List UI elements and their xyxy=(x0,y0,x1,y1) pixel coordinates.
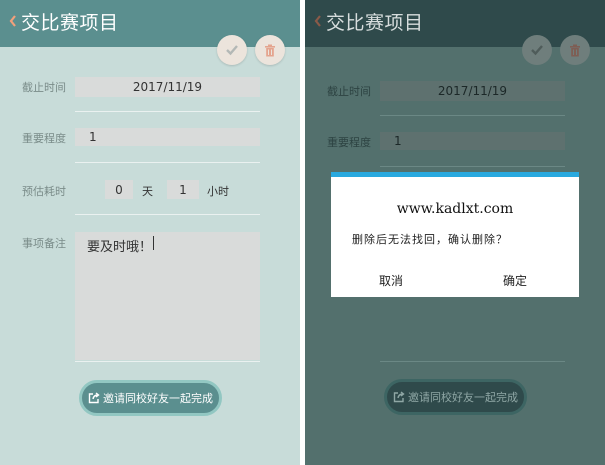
dialog-watermark-site: www.kadlxt.com xyxy=(396,201,514,217)
back-button: 交比赛项目 xyxy=(313,6,424,36)
importance-field[interactable]: 1 xyxy=(75,128,260,146)
dialog-confirm-button[interactable]: 确定 xyxy=(503,272,527,289)
task-detail-screen: 交比赛项目 截止时间 2017/11/19 重要程度 1 预估耗时 0 天 1 … xyxy=(0,0,300,465)
notes-textarea[interactable]: 要及时哦！ xyxy=(75,232,260,360)
delete-button[interactable] xyxy=(255,35,285,65)
dialog-cancel-button[interactable]: 取消 xyxy=(379,272,403,289)
share-icon xyxy=(393,391,408,403)
divider xyxy=(380,361,565,362)
dialog-message: 删除后无法找回，确认删除？ xyxy=(352,233,508,246)
hours-unit: 小时 xyxy=(207,185,229,198)
notes-label: 事项备注 xyxy=(22,237,66,250)
invite-button-label: 邀请同校好友一起完成 xyxy=(408,391,518,404)
divider xyxy=(75,111,260,112)
invite-button-label: 邀请同校好友一起完成 xyxy=(103,392,213,405)
divider xyxy=(75,162,260,163)
deadline-field: 2017/11/19 xyxy=(380,81,565,101)
estimate-label: 预估耗时 xyxy=(22,185,66,198)
delete-confirm-dialog: www.kadlxt.com 删除后无法找回，确认删除？ 取消 确定 xyxy=(331,172,579,297)
estimate-days-field[interactable]: 0 xyxy=(105,180,133,199)
chevron-left-icon xyxy=(313,14,323,28)
deadline-label: 截止时间 xyxy=(327,85,371,98)
days-unit: 天 xyxy=(142,185,153,198)
trash-icon xyxy=(264,44,276,57)
notes-text: 要及时哦！ xyxy=(87,240,153,255)
estimate-hours-field[interactable]: 1 xyxy=(167,180,199,199)
page-title: 交比赛项目 xyxy=(326,11,424,34)
app-header: 交比赛项目 xyxy=(0,0,300,47)
task-detail-screen-with-dialog: 交比赛项目 截止时间 2017/11/19 重要程度 1 邀请同校好友一起完成 … xyxy=(305,0,605,465)
deadline-field[interactable]: 2017/11/19 xyxy=(75,77,260,97)
share-icon xyxy=(88,392,103,404)
invite-friends-button: 邀请同校好友一起完成 xyxy=(384,379,527,415)
importance-label: 重要程度 xyxy=(327,136,371,149)
divider xyxy=(75,361,260,362)
divider xyxy=(75,214,260,215)
back-button[interactable]: 交比赛项目 xyxy=(8,6,119,36)
importance-label: 重要程度 xyxy=(22,132,66,145)
page-title: 交比赛项目 xyxy=(21,11,119,34)
text-caret xyxy=(153,236,155,250)
divider xyxy=(380,115,565,116)
invite-friends-button[interactable]: 邀请同校好友一起完成 xyxy=(79,380,222,416)
delete-button xyxy=(560,35,590,65)
deadline-label: 截止时间 xyxy=(22,81,66,94)
importance-field: 1 xyxy=(380,132,565,150)
check-icon xyxy=(225,44,239,56)
confirm-button[interactable] xyxy=(217,35,247,65)
chevron-left-icon xyxy=(8,14,18,28)
trash-icon xyxy=(569,44,581,57)
divider xyxy=(380,166,565,167)
app-header: 交比赛项目 xyxy=(305,0,605,47)
check-icon xyxy=(530,44,544,56)
confirm-button xyxy=(522,35,552,65)
